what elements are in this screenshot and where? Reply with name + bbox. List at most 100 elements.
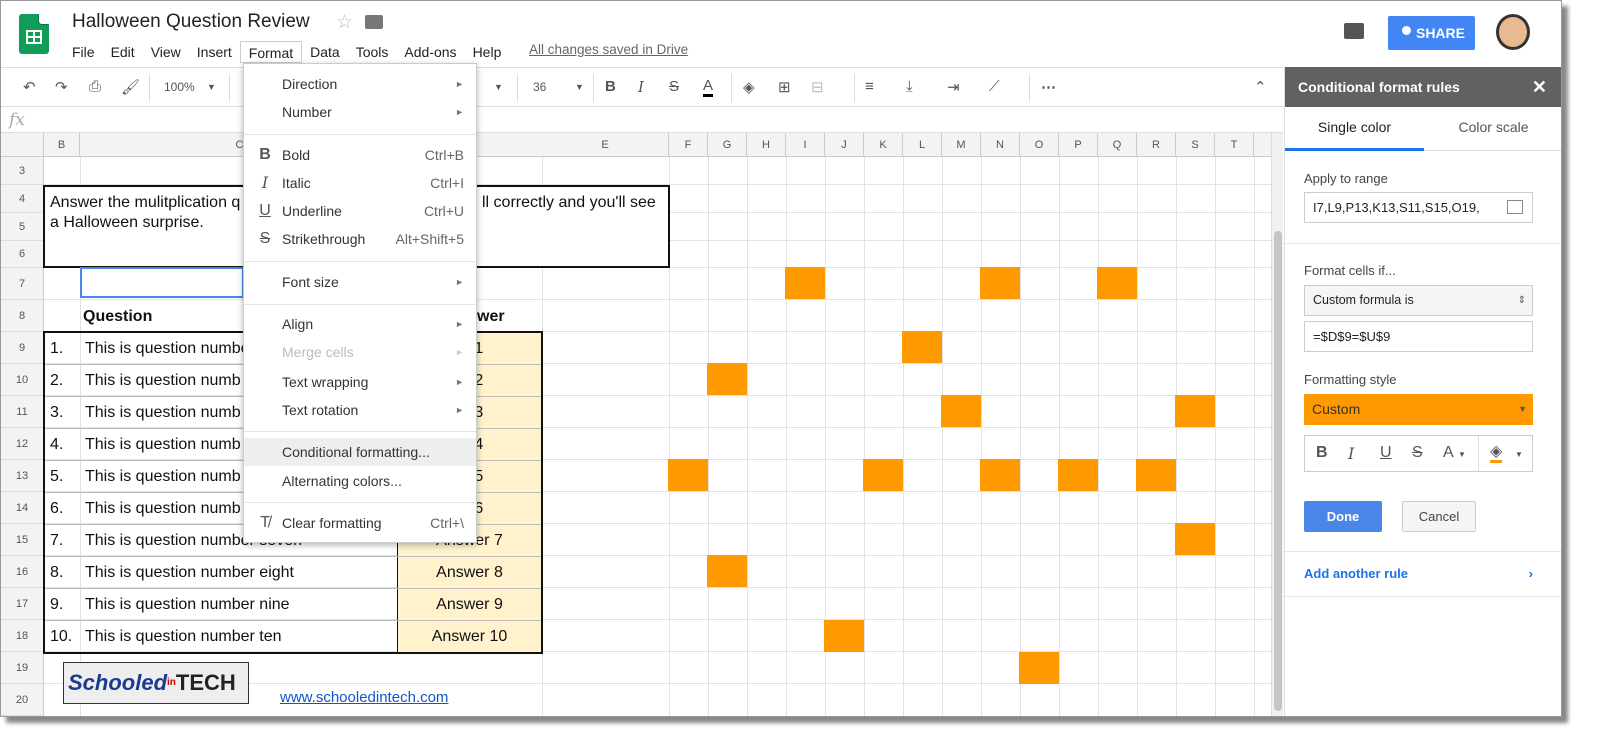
col-header[interactable]: N [981, 133, 1020, 157]
row-header[interactable]: 3 [1, 157, 43, 185]
menu-item-underline[interactable]: U Underline Ctrl+U [244, 197, 476, 225]
highlighted-cell[interactable] [824, 620, 864, 652]
menu-item-direction[interactable]: Direction ► [244, 70, 476, 98]
save-status[interactable]: All changes saved in Drive [529, 42, 688, 57]
more-icon[interactable]: ⋯ [1041, 78, 1056, 96]
print-icon[interactable]: ⎙ [89, 78, 101, 95]
highlighted-cell[interactable] [902, 331, 942, 363]
folder-icon[interactable] [365, 15, 383, 29]
vertical-align-icon[interactable]: ⤓ [906, 78, 913, 95]
highlighted-cell[interactable] [1058, 459, 1098, 491]
table-row[interactable]: 10. This is question number ten Answer 10 [45, 621, 541, 652]
highlighted-cell[interactable] [707, 555, 747, 587]
avatar[interactable] [1496, 14, 1530, 50]
merge-icon[interactable]: ⊟ [811, 78, 824, 96]
fill-color-icon[interactable]: ◈ [743, 78, 755, 96]
font-size-select[interactable]: 36 [533, 80, 546, 94]
row-header[interactable]: 17 [1, 588, 43, 620]
row-header[interactable]: 11 [1, 396, 43, 428]
col-header[interactable]: J [825, 133, 864, 157]
highlighted-cell[interactable] [1019, 652, 1059, 684]
row-header[interactable]: 9 [1, 332, 43, 364]
menu-help[interactable]: Help [465, 41, 510, 63]
highlighted-cell[interactable] [863, 459, 903, 491]
row-header[interactable]: 19 [1, 652, 43, 684]
highlighted-cell[interactable] [707, 363, 747, 395]
redo-icon[interactable]: ↷ [55, 78, 68, 96]
menu-item-strikethrough[interactable]: S Strikethrough Alt+Shift+5 [244, 225, 476, 253]
done-button[interactable]: Done [1304, 501, 1382, 532]
highlighted-cell[interactable] [668, 459, 708, 491]
cancel-button[interactable]: Cancel [1402, 501, 1476, 532]
col-header[interactable]: M [942, 133, 981, 157]
strikethrough-button[interactable]: S [1412, 444, 1423, 462]
highlighted-cell[interactable] [785, 267, 825, 299]
formula-bar[interactable]: fx [1, 107, 1283, 133]
menu-item-italic[interactable]: I Italic Ctrl+I [244, 169, 476, 197]
formatting-style-select[interactable]: Custom ▼ [1304, 394, 1533, 425]
grid-select-icon[interactable] [1507, 200, 1523, 214]
zoom-select[interactable]: 100% [164, 80, 195, 94]
menu-item-font-size[interactable]: Font size ► [244, 268, 476, 296]
menu-format[interactable]: Format [239, 41, 303, 63]
menu-data[interactable]: Data [302, 41, 348, 63]
col-header[interactable]: T [1215, 133, 1254, 157]
bold-button[interactable]: B [1316, 444, 1328, 462]
italic-button[interactable]: I [1348, 444, 1354, 463]
vertical-scrollbar[interactable] [1271, 133, 1283, 716]
row-header[interactable]: 7 [1, 268, 43, 300]
document-title[interactable]: Halloween Question Review [72, 11, 310, 33]
menu-tools[interactable]: Tools [348, 41, 397, 63]
website-link[interactable]: www.schooledintech.com [280, 689, 448, 706]
star-icon[interactable]: ☆ [336, 11, 353, 34]
col-header[interactable]: I [786, 133, 825, 157]
table-row[interactable]: 8. This is question number eight Answer 8 [45, 557, 541, 589]
menu-addons[interactable]: Add-ons [396, 41, 464, 63]
row-header[interactable]: 10 [1, 364, 43, 396]
underline-button[interactable]: U [1380, 444, 1392, 462]
strikethrough-button[interactable]: S [669, 78, 679, 95]
col-header[interactable]: P [1059, 133, 1098, 157]
row-header[interactable]: 12 [1, 428, 43, 460]
row-header[interactable]: 6 [1, 241, 43, 268]
menu-view[interactable]: View [143, 41, 189, 63]
wrap-icon[interactable]: ⇥ [947, 78, 960, 96]
menu-item-conditional-formatting[interactable]: Conditional formatting... [244, 438, 476, 466]
col-header[interactable]: O [1020, 133, 1059, 157]
col-header[interactable]: R [1137, 133, 1176, 157]
col-header[interactable]: H [747, 133, 786, 157]
row-header[interactable]: 16 [1, 556, 43, 588]
row-header[interactable]: 13 [1, 460, 43, 492]
text-color-button[interactable]: A [1443, 444, 1454, 462]
row-header[interactable]: 8 [1, 300, 43, 332]
row-header[interactable]: 20 [1, 684, 43, 716]
highlighted-cell[interactable] [980, 459, 1020, 491]
menu-insert[interactable]: Insert [189, 41, 240, 63]
tab-single-color[interactable]: Single color [1285, 107, 1424, 151]
selected-cell[interactable] [80, 267, 244, 298]
col-header[interactable]: G [708, 133, 747, 157]
menu-edit[interactable]: Edit [103, 41, 143, 63]
sheets-logo-icon[interactable] [19, 14, 49, 54]
highlighted-cell[interactable] [1175, 523, 1215, 555]
col-header[interactable]: Q [1098, 133, 1137, 157]
menu-item-align[interactable]: Align ► [244, 310, 476, 338]
range-input[interactable]: I7,L9,P13,K13,S11,S15,O19, [1304, 192, 1533, 223]
tab-color-scale[interactable]: Color scale [1424, 107, 1561, 151]
scroll-thumb[interactable] [1274, 231, 1282, 711]
menu-item-bold[interactable]: B Bold Ctrl+B [244, 141, 476, 169]
condition-select[interactable]: Custom formula is ⇕ [1304, 285, 1533, 316]
menu-file[interactable]: File [64, 41, 103, 63]
highlighted-cell[interactable] [941, 395, 981, 427]
align-left-icon[interactable]: ≡ [865, 78, 874, 95]
borders-icon[interactable]: ⊞ [778, 78, 791, 96]
table-row[interactable]: 9. This is question number nine Answer 9 [45, 589, 541, 621]
collapse-icon[interactable]: ⌃ [1254, 78, 1267, 96]
row-header[interactable]: 5 [1, 213, 43, 241]
text-color-button[interactable]: A [703, 78, 714, 97]
add-rule-button[interactable]: Add another rule › [1285, 551, 1561, 597]
formula-input[interactable]: =$D$9=$U$9 [1304, 321, 1533, 352]
highlighted-cell[interactable] [980, 267, 1020, 299]
col-header[interactable]: L [903, 133, 942, 157]
highlighted-cell[interactable] [1097, 267, 1137, 299]
